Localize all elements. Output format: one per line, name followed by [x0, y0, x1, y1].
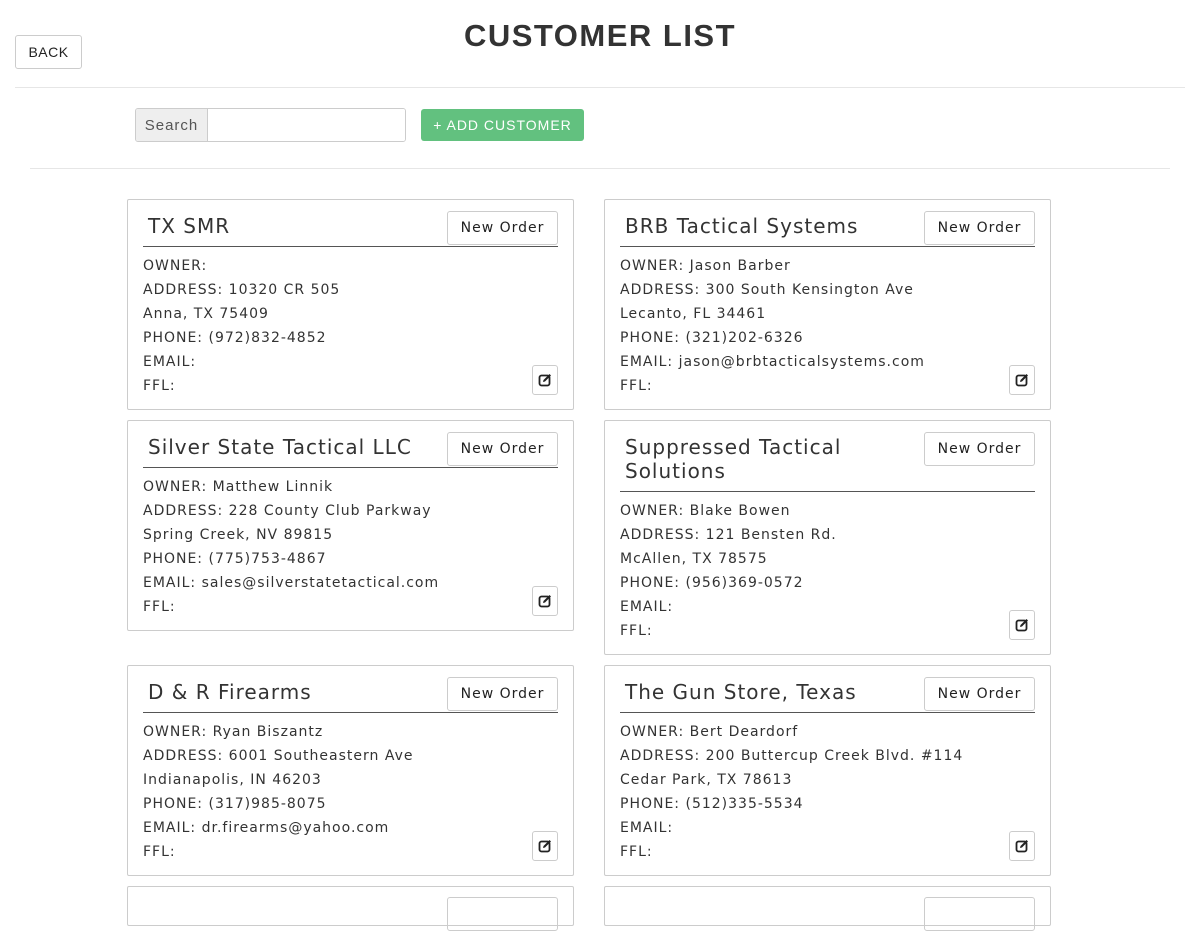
owner-line: OWNER: Jason Barber [620, 258, 791, 274]
email-line: EMAIL: jason@brbtacticalsystems.com [620, 354, 925, 370]
ffl-line: FFL: [143, 844, 176, 860]
customer-card-header: Suppressed Tactical Solutions New Order [620, 432, 1035, 492]
address-line: ADDRESS: 200 Buttercup Creek Blvd. #114 [620, 748, 964, 764]
owner-line: OWNER: Ryan Biszantz [143, 724, 324, 740]
customer-card-header: BRB Tactical Systems New Order [620, 211, 1035, 247]
customer-card-header: Silver State Tactical LLC New Order [143, 432, 558, 468]
customer-card-header: TX SMR New Order [143, 211, 558, 247]
edit-icon [1015, 374, 1028, 387]
header-divider [15, 87, 1185, 88]
address-line: ADDRESS: 228 County Club Parkway [143, 503, 432, 519]
edit-icon [538, 374, 551, 387]
customer-card: TX SMR New Order OWNER: ADDRESS: 10320 C… [127, 199, 574, 410]
new-order-button[interactable]: New Order [924, 677, 1035, 711]
customer-card-header: D & R Firearms New Order [143, 677, 558, 713]
phone-line: PHONE: (321)202-6326 [620, 330, 804, 346]
ffl-line: FFL: [620, 844, 653, 860]
customer-name: Suppressed Tactical Solutions [625, 435, 842, 483]
customer-details: OWNER: Jason Barber ADDRESS: 300 South K… [620, 247, 1035, 398]
city-line: Spring Creek, NV 89815 [143, 527, 334, 543]
new-order-button[interactable]: New Order [924, 432, 1035, 466]
customer-card-partial [604, 886, 1051, 931]
edit-icon [1015, 840, 1028, 853]
email-line: EMAIL: [620, 820, 674, 836]
customer-card-partial [127, 886, 574, 931]
email-line: EMAIL: dr.firearms@yahoo.com [143, 820, 390, 836]
edit-icon [1015, 619, 1028, 632]
edit-customer-button[interactable] [1009, 831, 1035, 861]
page-title: CUSTOMER LIST [463, 18, 737, 53]
toolbar-divider [30, 168, 1170, 169]
add-customer-button[interactable]: + ADD CUSTOMER [421, 109, 584, 141]
search-label: Search [136, 109, 208, 141]
search-input[interactable] [208, 109, 405, 141]
address-line: ADDRESS: 300 South Kensington Ave [620, 282, 914, 298]
edit-customer-button[interactable] [1009, 610, 1035, 640]
customer-name: The Gun Store, Texas [625, 680, 857, 704]
customer-name: TX SMR [148, 214, 231, 238]
email-line: EMAIL: [143, 354, 197, 370]
owner-line: OWNER: Bert Deardorf [620, 724, 799, 740]
customer-card: The Gun Store, Texas New Order OWNER: Be… [604, 665, 1051, 876]
customer-details: OWNER: Ryan Biszantz ADDRESS: 6001 South… [143, 713, 558, 864]
customer-card: Silver State Tactical LLC New Order OWNE… [127, 420, 574, 631]
city-line: Lecanto, FL 34461 [620, 306, 767, 322]
customer-card-header: The Gun Store, Texas New Order [620, 677, 1035, 713]
owner-line: OWNER: Matthew Linnik [143, 479, 334, 495]
edit-customer-button[interactable] [532, 586, 558, 616]
customer-card: D & R Firearms New Order OWNER: Ryan Bis… [127, 665, 574, 876]
city-line: McAllen, TX 78575 [620, 551, 768, 567]
owner-line: OWNER: Blake Bowen [620, 503, 791, 519]
ffl-line: FFL: [143, 378, 176, 394]
ffl-line: FFL: [620, 378, 653, 394]
customer-details: OWNER: Blake Bowen ADDRESS: 121 Bensten … [620, 492, 1035, 643]
edit-customer-button[interactable] [532, 365, 558, 395]
customer-name: Silver State Tactical LLC [148, 435, 412, 459]
new-order-button[interactable]: New Order [447, 677, 558, 711]
new-order-button[interactable]: New Order [447, 432, 558, 466]
ffl-line: FFL: [620, 623, 653, 639]
address-line: ADDRESS: 121 Bensten Rd. [620, 527, 837, 543]
new-order-button[interactable] [924, 897, 1035, 931]
phone-line: PHONE: (956)369-0572 [620, 575, 804, 591]
ffl-line: FFL: [143, 599, 176, 615]
city-line: Indianapolis, IN 46203 [143, 772, 322, 788]
edit-customer-button[interactable] [532, 831, 558, 861]
address-line: ADDRESS: 10320 CR 505 [143, 282, 341, 298]
customer-details: OWNER: Bert Deardorf ADDRESS: 200 Butter… [620, 713, 1035, 864]
new-order-button[interactable]: New Order [447, 211, 558, 245]
phone-line: PHONE: (775)753-4867 [143, 551, 327, 567]
owner-line: OWNER: [143, 258, 208, 274]
city-line: Cedar Park, TX 78613 [620, 772, 793, 788]
customer-card: Suppressed Tactical Solutions New Order … [604, 420, 1051, 655]
customer-name: D & R Firearms [148, 680, 312, 704]
phone-line: PHONE: (972)832-4852 [143, 330, 327, 346]
email-line: EMAIL: sales@silverstatetactical.com [143, 575, 440, 591]
search-group: Search [135, 108, 406, 142]
phone-line: PHONE: (512)335-5534 [620, 796, 804, 812]
phone-line: PHONE: (317)985-8075 [143, 796, 327, 812]
customer-details: OWNER: Matthew Linnik ADDRESS: 228 Count… [143, 468, 558, 619]
edit-icon [538, 595, 551, 608]
customer-card: BRB Tactical Systems New Order OWNER: Ja… [604, 199, 1051, 410]
new-order-button[interactable]: New Order [924, 211, 1035, 245]
email-line: EMAIL: [620, 599, 674, 615]
city-line: Anna, TX 75409 [143, 306, 269, 322]
new-order-button[interactable] [447, 897, 558, 931]
edit-customer-button[interactable] [1009, 365, 1035, 395]
edit-icon [538, 840, 551, 853]
customer-name: BRB Tactical Systems [625, 214, 859, 238]
customer-details: OWNER: ADDRESS: 10320 CR 505 Anna, TX 75… [143, 247, 558, 398]
address-line: ADDRESS: 6001 Southeastern Ave [143, 748, 414, 764]
